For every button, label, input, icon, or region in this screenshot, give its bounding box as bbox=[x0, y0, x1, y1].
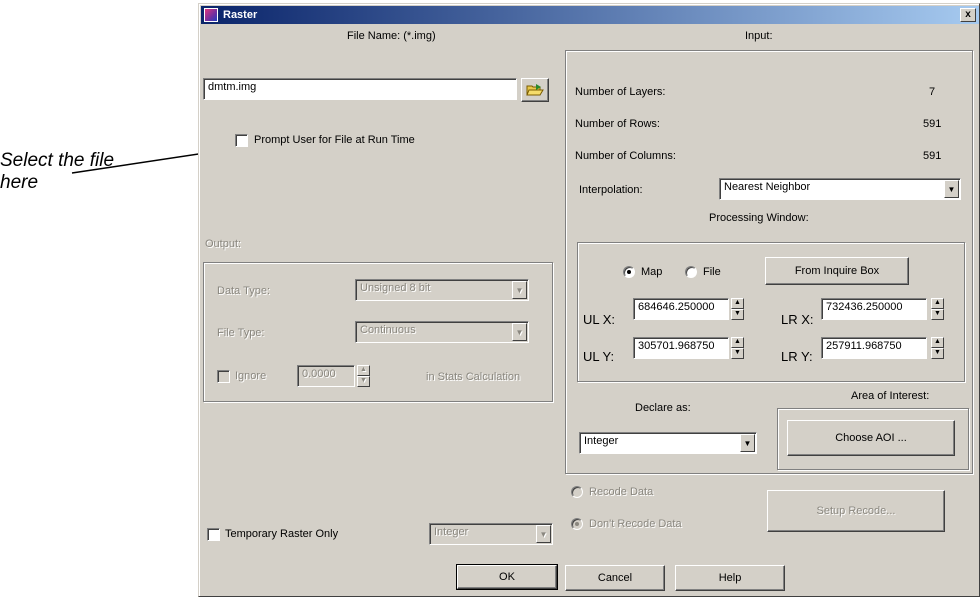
aoi-label: Area of Interest: bbox=[851, 390, 930, 402]
interpolation-value: Nearest Neighbor bbox=[724, 181, 811, 193]
chevron-down-icon: ▼ bbox=[512, 281, 527, 299]
temporary-raster-checkbox[interactable] bbox=[207, 528, 220, 541]
ulx-value: 684646.250000 bbox=[638, 301, 715, 313]
ok-button[interactable]: OK bbox=[456, 564, 558, 590]
lrx-spin-up[interactable]: ▲ bbox=[931, 298, 944, 309]
temporary-type-value: Integer bbox=[434, 526, 469, 538]
app-icon bbox=[204, 8, 218, 22]
lry-spin-up[interactable]: ▲ bbox=[931, 337, 944, 348]
chevron-down-icon: ▼ bbox=[740, 434, 755, 452]
file-radio[interactable] bbox=[685, 266, 697, 278]
columns-label: Number of Columns: bbox=[575, 150, 676, 162]
uly-label: UL Y: bbox=[583, 349, 615, 364]
file-type-select[interactable]: Continuous ▼ bbox=[355, 321, 529, 343]
file-type-value: Continuous bbox=[360, 324, 416, 336]
uly-spin-down[interactable]: ▼ bbox=[731, 348, 744, 359]
file-name-value: dmtm.img bbox=[208, 81, 257, 93]
lrx-spin-down[interactable]: ▼ bbox=[931, 309, 944, 320]
lry-spin-down[interactable]: ▼ bbox=[931, 348, 944, 359]
data-type-value: Unsigned 8 bit bbox=[360, 282, 431, 294]
declare-as-value: Integer bbox=[584, 435, 619, 447]
lrx-label: LR X: bbox=[781, 312, 814, 327]
data-type-label: Data Type: bbox=[217, 285, 270, 297]
input-label: Input: bbox=[745, 30, 773, 42]
open-folder-icon bbox=[526, 84, 544, 96]
layers-value: 7 bbox=[929, 86, 936, 98]
chevron-down-icon: ▼ bbox=[944, 180, 959, 198]
setup-recode-button[interactable]: Setup Recode... bbox=[767, 490, 945, 532]
uly-value: 305701.968750 bbox=[638, 340, 715, 352]
ulx-spin-down[interactable]: ▼ bbox=[731, 309, 744, 320]
file-radio-label: File bbox=[703, 266, 721, 278]
raster-dialog: Raster x File Name: (*.img) dmtm.img Pro… bbox=[198, 3, 980, 597]
lry-value: 257911.968750 bbox=[826, 340, 902, 352]
ulx-label: UL X: bbox=[583, 312, 616, 327]
chevron-down-icon: ▼ bbox=[536, 525, 551, 543]
lrx-input[interactable]: 732436.250000 bbox=[821, 298, 927, 320]
ulx-spin-up[interactable]: ▲ bbox=[731, 298, 744, 309]
temporary-type-select[interactable]: Integer ▼ bbox=[429, 523, 553, 545]
uly-spin-up[interactable]: ▲ bbox=[731, 337, 744, 348]
prompt-user-checkbox[interactable] bbox=[235, 134, 248, 147]
uly-input[interactable]: 305701.968750 bbox=[633, 337, 729, 359]
window-title: Raster bbox=[223, 9, 258, 21]
dont-recode-data-label: Don't Recode Data bbox=[589, 518, 682, 530]
ignore-label: Ignore bbox=[235, 370, 267, 382]
interpolation-select[interactable]: Nearest Neighbor ▼ bbox=[719, 178, 961, 200]
columns-value: 591 bbox=[923, 150, 942, 162]
lrx-value: 732436.250000 bbox=[826, 301, 903, 313]
help-button[interactable]: Help bbox=[675, 565, 785, 591]
lry-label: LR Y: bbox=[781, 349, 813, 364]
map-radio-label: Map bbox=[641, 266, 663, 278]
processing-window-label: Processing Window: bbox=[709, 212, 809, 224]
output-label: Output: bbox=[205, 238, 242, 250]
rows-label: Number of Rows: bbox=[575, 118, 660, 130]
interpolation-label: Interpolation: bbox=[579, 184, 643, 196]
title-bar[interactable]: Raster x bbox=[201, 6, 979, 24]
chevron-down-icon: ▼ bbox=[512, 323, 527, 341]
declare-as-select[interactable]: Integer ▼ bbox=[579, 432, 757, 454]
close-button[interactable]: x bbox=[960, 8, 976, 22]
declare-as-label: Declare as: bbox=[635, 402, 691, 414]
ignore-spin-up[interactable]: ▲ bbox=[357, 365, 370, 376]
cancel-button[interactable]: Cancel bbox=[565, 565, 665, 591]
from-inquire-box-button[interactable]: From Inquire Box bbox=[765, 257, 909, 285]
file-name-label: File Name: (*.img) bbox=[347, 30, 436, 42]
temporary-raster-label: Temporary Raster Only bbox=[225, 528, 339, 540]
browse-file-button[interactable] bbox=[521, 78, 549, 102]
file-name-input[interactable]: dmtm.img bbox=[203, 78, 517, 100]
ulx-input[interactable]: 684646.250000 bbox=[633, 298, 729, 320]
recode-data-radio[interactable] bbox=[571, 486, 583, 498]
dont-recode-data-radio[interactable] bbox=[571, 518, 583, 530]
recode-data-label: Recode Data bbox=[589, 486, 654, 498]
ignore-value: 0.0000 bbox=[302, 368, 336, 380]
rows-value: 591 bbox=[923, 118, 942, 130]
layers-label: Number of Layers: bbox=[575, 86, 666, 98]
stats-calculation-label: in Stats Calculation bbox=[426, 371, 521, 383]
lry-input[interactable]: 257911.968750 bbox=[821, 337, 927, 359]
prompt-user-label: Prompt User for File at Run Time bbox=[254, 134, 415, 146]
file-type-label: File Type: bbox=[217, 327, 265, 339]
choose-aoi-button[interactable]: Choose AOI ... bbox=[787, 420, 955, 456]
ignore-value-input[interactable]: 0.0000 bbox=[297, 365, 355, 387]
map-radio[interactable] bbox=[623, 266, 635, 278]
ignore-checkbox[interactable] bbox=[217, 370, 230, 383]
data-type-select[interactable]: Unsigned 8 bit ▼ bbox=[355, 279, 529, 301]
ignore-spin-down[interactable]: ▼ bbox=[357, 376, 370, 387]
